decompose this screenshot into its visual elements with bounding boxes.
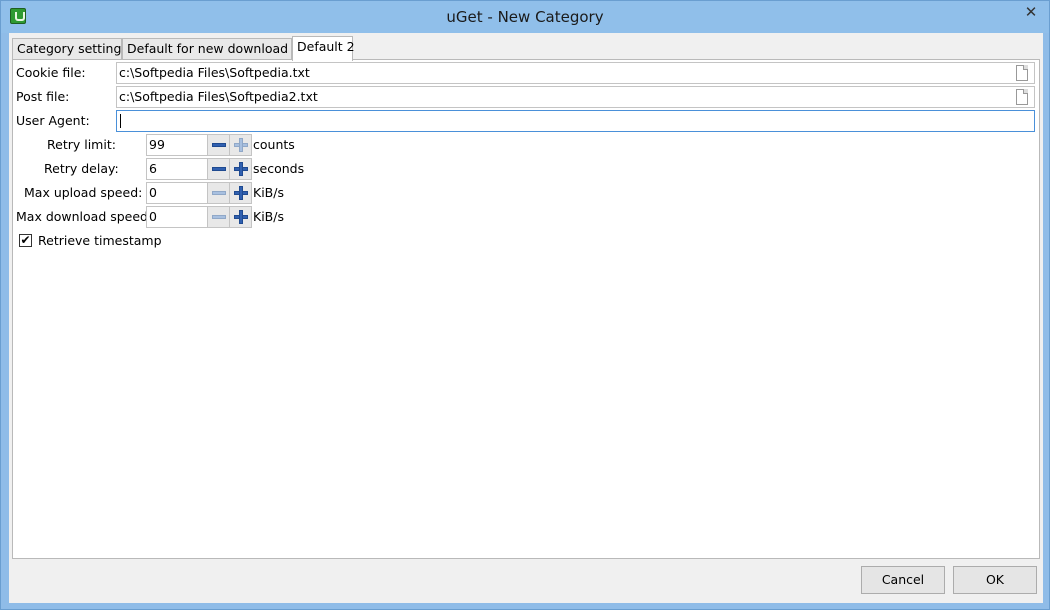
file-icon[interactable] [1016,89,1028,105]
dialog-client: Category settings Default for new downlo… [9,33,1043,603]
max-download-stepper[interactable]: 0 [146,206,252,228]
user-agent-field[interactable] [116,110,1035,132]
minus-icon[interactable] [207,207,229,227]
post-file-value: c:\Softpedia Files\Softpedia2.txt [119,89,318,104]
title-bar: uGet - New Category ✕ [1,1,1049,33]
max-upload-value[interactable]: 0 [149,183,157,203]
plus-icon[interactable] [229,207,251,227]
retrieve-timestamp-label: Retrieve timestamp [38,233,162,248]
settings-panel: Cookie file: c:\Softpedia Files\Softpedi… [12,59,1040,559]
retry-limit-unit: counts [253,137,295,152]
retry-delay-value[interactable]: 6 [149,159,157,179]
window-title: uGet - New Category [446,8,604,26]
text-caret [120,114,121,128]
tab-category-settings[interactable]: Category settings [12,38,128,60]
retrieve-timestamp-checkbox[interactable]: ✔ [19,234,32,247]
minus-icon[interactable] [207,135,229,155]
user-agent-label: User Agent: [16,113,90,128]
cancel-button[interactable]: Cancel [861,566,945,594]
max-upload-stepper[interactable]: 0 [146,182,252,204]
max-download-value[interactable]: 0 [149,207,157,227]
max-download-unit: KiB/s [253,209,284,224]
max-upload-label: Max upload speed: [24,185,143,200]
max-upload-unit: KiB/s [253,185,284,200]
max-download-label: Max download speed: [16,209,153,224]
retry-delay-unit: seconds [253,161,305,176]
retry-limit-stepper[interactable]: 99 [146,134,252,156]
retry-limit-value[interactable]: 99 [149,135,165,155]
cookie-file-value: c:\Softpedia Files\Softpedia.txt [119,65,310,80]
retry-delay-label: Retry delay: [44,161,119,176]
minus-icon[interactable] [207,183,229,203]
close-icon[interactable]: ✕ [1014,1,1048,23]
plus-icon[interactable] [229,135,251,155]
ok-button[interactable]: OK [953,566,1037,594]
cookie-file-field[interactable]: c:\Softpedia Files\Softpedia.txt [116,62,1035,84]
file-icon[interactable] [1016,65,1028,81]
plus-icon[interactable] [229,183,251,203]
cookie-file-label: Cookie file: [16,65,86,80]
minus-icon[interactable] [207,159,229,179]
post-file-field[interactable]: c:\Softpedia Files\Softpedia2.txt [116,86,1035,108]
tab-default-2[interactable]: Default 2 [292,36,355,61]
retry-delay-stepper[interactable]: 6 [146,158,252,180]
post-file-label: Post file: [16,89,70,104]
app-window: uGet - New Category ✕ Category settings … [0,0,1050,610]
tab-default-new-download-1[interactable]: Default for new download 1 [122,38,300,60]
retry-limit-label: Retry limit: [47,137,116,152]
plus-icon[interactable] [229,159,251,179]
